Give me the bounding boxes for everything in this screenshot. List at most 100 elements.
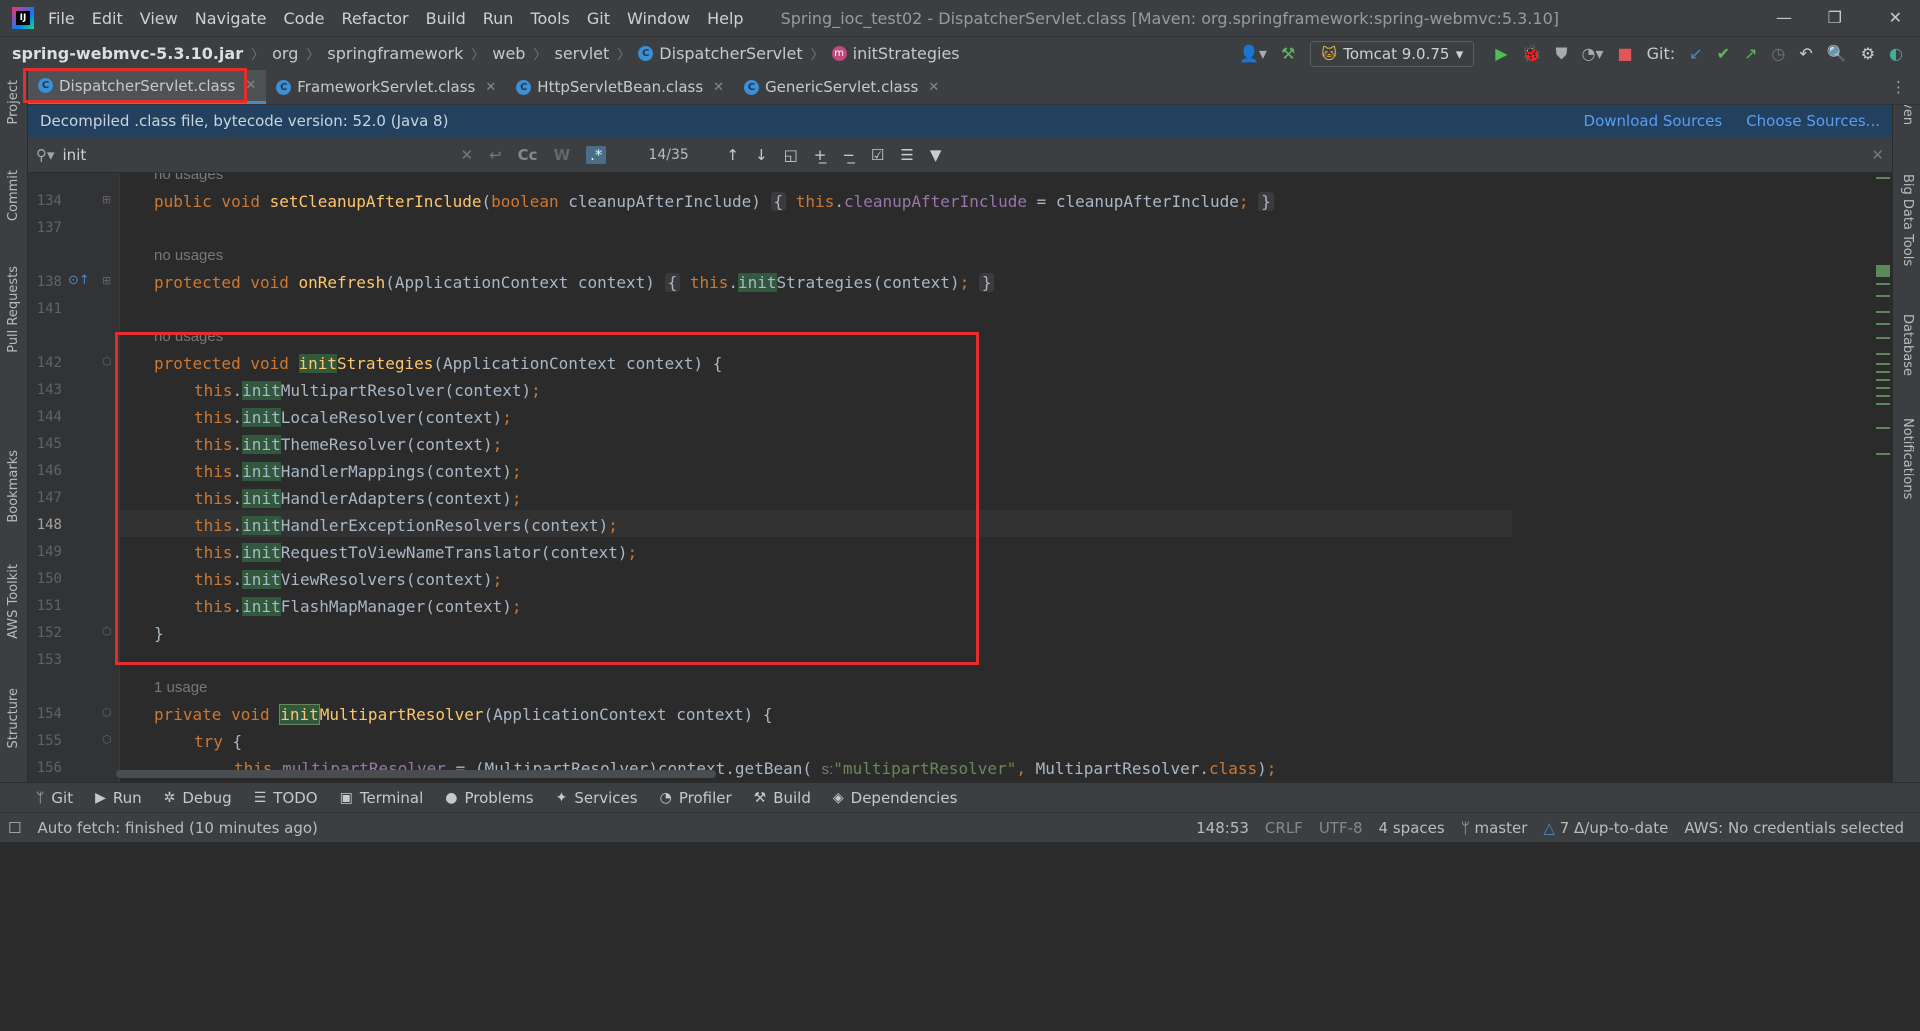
tab-httpservletbean[interactable]: C HttpServletBean.class ✕: [506, 70, 734, 104]
tool-git[interactable]: ᛘ Git: [36, 789, 73, 807]
fold-icon[interactable]: ⬡: [102, 625, 112, 638]
remove-occurrence-icon[interactable]: −̲: [842, 146, 855, 164]
git-commit-icon[interactable]: ✔: [1717, 44, 1730, 63]
tool-debug[interactable]: ✲ Debug: [164, 789, 232, 807]
tool-build[interactable]: ⚒ Build: [754, 789, 811, 807]
indent-setting[interactable]: 4 spaces: [1379, 819, 1445, 837]
git-update-icon[interactable]: ↙: [1689, 44, 1702, 63]
fold-icon[interactable]: ⬡: [102, 733, 112, 746]
horizontal-scrollbar[interactable]: [116, 770, 716, 778]
run-configuration-select[interactable]: 🐱 Tomcat 9.0.75 ▾: [1310, 40, 1475, 67]
match-marker[interactable]: [1876, 427, 1890, 429]
status-message[interactable]: Auto fetch: finished (10 minutes ago): [37, 819, 317, 837]
sync-status[interactable]: △ 7 Δ/up-to-date: [1543, 819, 1668, 837]
tool-profiler[interactable]: ◔ Profiler: [660, 789, 732, 807]
match-marker[interactable]: [1876, 283, 1890, 285]
close-tab-icon[interactable]: ✕: [713, 80, 724, 95]
match-marker[interactable]: [1876, 379, 1890, 381]
git-push-icon[interactable]: ↗: [1744, 44, 1757, 63]
whole-words-toggle[interactable]: W: [554, 146, 571, 164]
match-case-toggle[interactable]: Cc: [518, 146, 538, 164]
close-tab-icon[interactable]: ✕: [485, 80, 496, 95]
run-icon[interactable]: ▶: [1495, 44, 1507, 63]
match-marker[interactable]: [1876, 453, 1890, 455]
menu-help[interactable]: Help: [707, 9, 743, 28]
tool-big-data-tools[interactable]: Big Data Tools: [1900, 174, 1915, 266]
menu-git[interactable]: Git: [587, 9, 610, 28]
choose-sources-link[interactable]: Choose Sources...: [1746, 112, 1880, 130]
previous-match-icon[interactable]: ↑: [726, 146, 739, 164]
match-marker[interactable]: [1876, 371, 1890, 373]
select-all-icon[interactable]: ☑: [871, 146, 884, 164]
match-marker[interactable]: [1876, 265, 1890, 277]
minimize-icon[interactable]: —: [1776, 8, 1792, 27]
tool-structure[interactable]: Structure: [6, 688, 21, 748]
filter-lines-icon[interactable]: ☰: [900, 146, 913, 164]
coverage-icon[interactable]: ⛊: [1556, 44, 1568, 64]
more-tabs-icon[interactable]: ⋮: [1891, 78, 1906, 96]
close-find-icon[interactable]: ✕: [1871, 146, 1884, 164]
tab-frameworkservlet[interactable]: C FrameworkServlet.class ✕: [266, 70, 506, 104]
usage-hint[interactable]: 1 usage: [154, 674, 1512, 701]
tool-dependencies[interactable]: ◈ Dependencies: [833, 789, 958, 807]
regex-toggle[interactable]: .*: [586, 145, 607, 164]
match-marker[interactable]: [1876, 311, 1890, 313]
git-history-icon[interactable]: ◷: [1771, 44, 1785, 63]
menu-build[interactable]: Build: [426, 9, 466, 28]
match-marker[interactable]: [1876, 363, 1890, 365]
menu-tools[interactable]: Tools: [530, 9, 569, 28]
select-all-occurrences-icon[interactable]: ◱: [784, 146, 798, 164]
caret-position[interactable]: 148:53: [1196, 819, 1249, 837]
close-window-icon[interactable]: ✕: [1889, 8, 1902, 27]
overrides-method-icon[interactable]: ⊙↑: [68, 273, 90, 288]
find-input[interactable]: init: [63, 146, 453, 164]
download-sources-link[interactable]: Download Sources: [1584, 112, 1723, 130]
fold-icon[interactable]: ⬡: [102, 706, 112, 719]
fold-icon[interactable]: ⊞: [102, 274, 111, 287]
settings-gear-icon[interactable]: ⚙: [1861, 44, 1875, 63]
jetbrains-toolbox-icon[interactable]: ◐: [1889, 44, 1903, 63]
menu-refactor[interactable]: Refactor: [341, 9, 408, 28]
debug-icon[interactable]: 🐞: [1522, 44, 1542, 63]
breadcrumb-jar[interactable]: spring-webmvc-5.3.10.jar 〉: [12, 44, 272, 63]
profile-icon[interactable]: ◔▾: [1582, 44, 1604, 63]
new-line-icon[interactable]: ↩: [489, 146, 502, 164]
tool-aws-toolkit[interactable]: AWS Toolkit: [6, 564, 21, 639]
breadcrumb-method[interactable]: m initStrategies: [831, 44, 960, 63]
menu-run[interactable]: Run: [483, 9, 514, 28]
tool-bookmarks[interactable]: Bookmarks: [6, 450, 21, 523]
tool-terminal[interactable]: ▣ Terminal: [340, 789, 424, 807]
breadcrumb-servlet[interactable]: servlet 〉: [554, 44, 638, 63]
stop-icon[interactable]: ■: [1618, 44, 1633, 63]
clear-search-icon[interactable]: ✕: [461, 146, 474, 164]
match-marker[interactable]: [1876, 337, 1890, 339]
toggle-tool-windows-icon[interactable]: ☐: [8, 819, 21, 837]
build-hammer-icon[interactable]: ⚒: [1281, 44, 1295, 63]
close-tab-icon[interactable]: ✕: [928, 80, 939, 95]
usage-hint[interactable]: no usages: [154, 173, 1512, 188]
menu-view[interactable]: View: [140, 9, 178, 28]
breadcrumb-web[interactable]: web 〉: [492, 44, 554, 63]
match-marker[interactable]: [1876, 353, 1890, 355]
tool-problems[interactable]: ● Problems: [445, 789, 533, 807]
file-encoding[interactable]: UTF-8: [1319, 819, 1363, 837]
tool-project[interactable]: Project: [6, 80, 21, 124]
filter-icon[interactable]: ▼: [930, 146, 942, 164]
fold-icon[interactable]: ⬡: [102, 355, 112, 368]
match-marker[interactable]: [1876, 395, 1890, 397]
menu-navigate[interactable]: Navigate: [195, 9, 267, 28]
add-occurrence-icon[interactable]: +̲: [814, 146, 827, 164]
tool-notifications[interactable]: Notifications: [1900, 418, 1915, 499]
menu-file[interactable]: File: [48, 9, 75, 28]
aws-credentials-status[interactable]: AWS: No credentials selected: [1684, 819, 1904, 837]
user-icon[interactable]: 👤▾: [1239, 44, 1267, 63]
tool-database[interactable]: Database: [1900, 314, 1915, 376]
menu-window[interactable]: Window: [627, 9, 690, 28]
match-marker[interactable]: [1876, 295, 1890, 297]
menu-edit[interactable]: Edit: [92, 9, 123, 28]
breadcrumb-springframework[interactable]: springframework 〉: [327, 44, 492, 63]
breadcrumb-class[interactable]: C DispatcherServlet 〉: [638, 44, 831, 63]
breadcrumb-org[interactable]: org 〉: [272, 44, 327, 63]
line-separator[interactable]: CRLF: [1265, 819, 1303, 837]
next-match-icon[interactable]: ↓: [755, 146, 768, 164]
